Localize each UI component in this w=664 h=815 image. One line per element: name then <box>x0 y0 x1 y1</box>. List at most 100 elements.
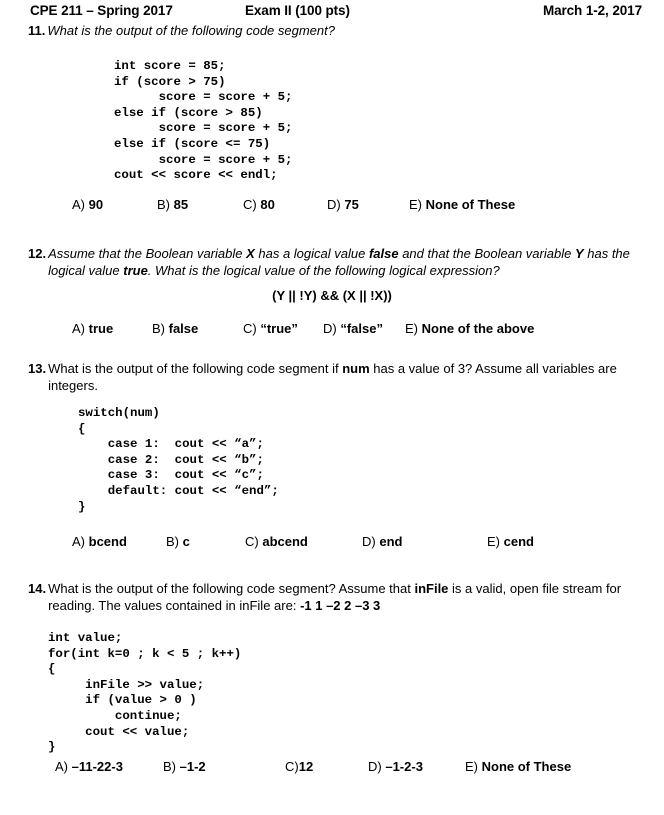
q12-var-x: X <box>246 246 255 261</box>
q14-text-d: reading. The values contained in inFile … <box>48 598 301 614</box>
option-value: None of the above <box>421 321 535 336</box>
option-value: –11-22-3 <box>71 759 123 774</box>
option-value: cend <box>503 534 534 549</box>
header-course: CPE 211 – Spring 2017 <box>30 3 173 18</box>
question-14-option-b[interactable]: B) –1-2 <box>163 760 206 773</box>
option-value: end <box>379 534 403 549</box>
option-value: –1-2-3 <box>385 759 423 774</box>
q14-var-infile: inFile <box>414 581 449 596</box>
question-14-option-e[interactable]: E) None of These <box>465 760 571 773</box>
question-12-option-b[interactable]: B) false <box>152 322 198 335</box>
question-13-options: A) bcend B) c C) abcend D) end E) cend <box>0 535 664 553</box>
option-label: A) <box>72 534 85 549</box>
question-13-code-block: switch(num) { case 1: cout << “a”; case … <box>78 406 279 514</box>
header-date: March 1-2, 2017 <box>542 3 642 18</box>
question-13-option-c[interactable]: C) abcend <box>245 535 308 548</box>
question-12-prompt: Assume that the Boolean variable X has a… <box>48 245 644 279</box>
question-14-options: A) –11-22-3 B) –1-2 C)12 D) –1-2-3 E) No… <box>0 760 664 778</box>
option-label: E) <box>405 321 418 336</box>
q14-file-values: -1 1 –2 2 –3 3 <box>300 598 381 614</box>
question-12-option-e[interactable]: E) None of the above <box>405 322 534 335</box>
question-12: 12. Assume that the Boolean variable X h… <box>28 245 644 279</box>
q12-var-y: Y <box>574 246 584 261</box>
question-13-option-d[interactable]: D) end <box>362 535 402 548</box>
question-13: 13. What is the output of the following … <box>28 360 644 394</box>
option-value: None of These <box>425 197 516 212</box>
option-value: 75 <box>344 197 359 212</box>
question-14-option-c[interactable]: C)12 <box>285 760 313 773</box>
question-14: 14. What is the output of the following … <box>28 580 644 614</box>
option-value: 90 <box>88 197 104 212</box>
q13-text-a: What is the output of the following code… <box>48 361 343 376</box>
question-11-option-d[interactable]: D) 75 <box>327 198 359 211</box>
option-label: D) <box>368 759 382 774</box>
option-label: D) <box>323 321 337 336</box>
question-12-option-c[interactable]: C) “true” <box>243 322 298 335</box>
option-value: –1-2 <box>179 759 206 774</box>
question-11-prompt: What is the output of the following code… <box>47 23 335 38</box>
option-value: “true” <box>260 321 298 336</box>
q12-text-e: and that the Boolean variable <box>398 246 572 261</box>
option-label: B) <box>166 534 179 549</box>
option-label: A) <box>72 197 85 212</box>
question-13-prompt: What is the output of the following code… <box>48 360 644 394</box>
question-12-option-a[interactable]: A) true <box>72 322 113 335</box>
option-label: E) <box>409 197 422 212</box>
option-value: “false” <box>340 321 383 336</box>
question-13-option-a[interactable]: A) bcend <box>72 535 127 548</box>
option-label: D) <box>327 197 341 212</box>
q13-text-c: has a value of 3? Assume all variables a… <box>369 361 617 376</box>
option-label: B) <box>163 759 176 774</box>
option-label: A) <box>72 321 85 336</box>
q12-value-false: false <box>368 246 399 261</box>
question-14-prompt: What is the output of the following code… <box>48 580 644 614</box>
question-12-number: 12. <box>28 246 47 261</box>
question-11: 11. What is the output of the following … <box>28 22 644 39</box>
question-14-option-d[interactable]: D) –1-2-3 <box>368 760 423 773</box>
option-label: C) <box>285 759 299 774</box>
option-value: abcend <box>262 534 308 549</box>
option-value: None of These <box>481 759 572 774</box>
question-11-option-e[interactable]: E) None of These <box>409 198 515 211</box>
exam-page: CPE 211 – Spring 2017 Exam II (100 pts) … <box>0 0 664 815</box>
q12-text-i: . What is the logical value of the follo… <box>147 263 500 279</box>
question-14-code-block: int value; for(int k=0 ; k < 5 ; k++) { … <box>48 631 242 755</box>
q12-text-a: Assume that the Boolean variable <box>48 246 247 261</box>
option-label: C) <box>243 321 257 336</box>
option-label: C) <box>245 534 259 549</box>
option-value: 85 <box>173 197 189 212</box>
option-label: E) <box>465 759 478 774</box>
question-13-option-b[interactable]: B) c <box>166 535 190 548</box>
q14-text-a: What is the output of the following code… <box>48 581 415 596</box>
q13-var-num: num <box>342 361 370 376</box>
option-label: A) <box>55 759 68 774</box>
q14-text-c: is a valid, open file stream for <box>448 581 622 596</box>
question-11-number: 11. <box>28 23 46 38</box>
option-value: true <box>88 321 114 336</box>
option-value: false <box>168 321 199 336</box>
question-13-option-e[interactable]: E) cend <box>487 535 534 548</box>
header-exam-title: Exam II (100 pts) <box>245 3 350 18</box>
question-11-code-block: int score = 85; if (score > 75) score = … <box>114 59 293 183</box>
option-label: E) <box>487 534 500 549</box>
question-11-options: A) 90 B) 85 C) 80 D) 75 E) None of These <box>0 198 664 216</box>
question-11-option-c[interactable]: C) 80 <box>243 198 275 211</box>
option-value: bcend <box>88 534 127 549</box>
question-14-number: 14. <box>28 581 47 596</box>
question-13-number: 13. <box>28 361 47 376</box>
option-label: B) <box>157 197 170 212</box>
option-label: C) <box>243 197 257 212</box>
question-11-option-a[interactable]: A) 90 <box>72 198 103 211</box>
q12-text-c: has a logical value <box>254 246 369 261</box>
option-value: 12 <box>298 759 314 774</box>
option-label: D) <box>362 534 376 549</box>
question-11-option-b[interactable]: B) 85 <box>157 198 188 211</box>
option-label: B) <box>152 321 165 336</box>
question-12-expression: (Y || !Y) && (X || !X)) <box>272 288 392 303</box>
question-14-option-a[interactable]: A) –11-22-3 <box>55 760 123 773</box>
option-value: 80 <box>260 197 275 212</box>
option-value: c <box>182 534 190 549</box>
q12-value-true: true <box>123 263 148 279</box>
question-12-option-d[interactable]: D) “false” <box>323 322 383 335</box>
question-12-options: A) true B) false C) “true” D) “false” E)… <box>0 322 664 340</box>
